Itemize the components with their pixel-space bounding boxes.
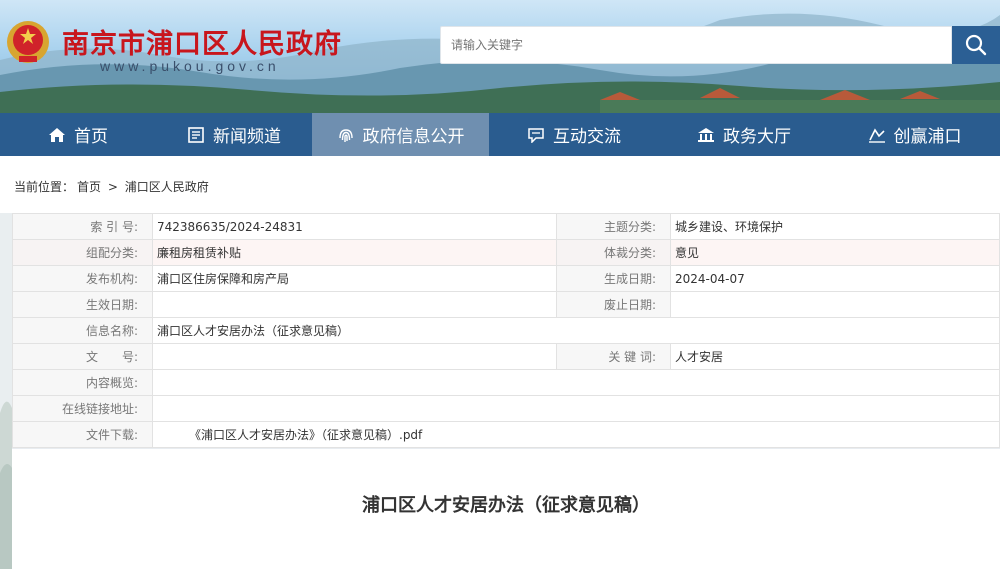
meta-row: 内容概览: bbox=[12, 369, 1000, 396]
effective-label: 生效日期: bbox=[12, 291, 153, 318]
abolished-label: 废止日期: bbox=[556, 291, 671, 318]
breadcrumb-current-link[interactable]: 浦口区人民政府 bbox=[125, 180, 209, 194]
online-link-label: 在线链接地址: bbox=[12, 395, 153, 422]
nav-item-label: 互动交流 bbox=[553, 127, 621, 147]
nav-item-interaction[interactable]: 互动交流 bbox=[489, 113, 659, 156]
genre-value: 意见 bbox=[670, 239, 1000, 266]
nav-item-label: 创赢浦口 bbox=[893, 127, 962, 147]
document-title: 浦口区人才安居办法（征求意见稿） bbox=[362, 495, 650, 516]
main-nav: 首页 新闻频道 政府信息公开 互动交流 政务大厅 创赢浦口 bbox=[0, 113, 1000, 156]
breadcrumb: 当前位置： 首页 > 浦口区人民政府 bbox=[0, 156, 1000, 213]
search-input[interactable] bbox=[440, 26, 952, 64]
group-label: 组配分类: bbox=[12, 239, 153, 266]
info-name-value: 浦口区人才安居办法（征求意见稿） bbox=[152, 317, 1000, 344]
site-title[interactable]: 南京市浦口区人民政府 bbox=[62, 22, 342, 61]
effective-value bbox=[152, 291, 557, 318]
hall-icon bbox=[698, 127, 714, 142]
meta-row: 文件下载: 《浦口区人才安居办法》（征求意见稿）.pdf bbox=[12, 421, 1000, 448]
publisher-value: 浦口区住房保障和房产局 bbox=[152, 265, 557, 292]
nav-item-label: 政务大厅 bbox=[723, 127, 791, 147]
fingerprint-icon bbox=[338, 128, 353, 142]
meta-row: 信息名称: 浦口区人才安居办法（征求意见稿） bbox=[12, 317, 1000, 344]
created-label: 生成日期: bbox=[556, 265, 671, 292]
chat-icon bbox=[528, 127, 544, 143]
info-name-label: 信息名称: bbox=[12, 317, 153, 344]
online-link-value bbox=[152, 395, 1000, 422]
meta-row: 在线链接地址: bbox=[12, 395, 1000, 422]
index-no-value: 742386635/2024-24831 bbox=[152, 213, 557, 240]
search-icon bbox=[965, 34, 987, 56]
topic-value: 城乡建设、环境保护 bbox=[670, 213, 1000, 240]
news-icon bbox=[188, 126, 204, 143]
abolished-value bbox=[670, 291, 1000, 318]
document-content: 浦口区人才安居办法（征求意见稿） bbox=[12, 449, 1000, 569]
nav-item-gov-info[interactable]: 政府信息公开 bbox=[312, 113, 489, 156]
created-value: 2024-04-07 bbox=[670, 265, 1000, 292]
search-button[interactable] bbox=[952, 26, 1000, 64]
nav-item-home[interactable]: 首页 bbox=[0, 113, 156, 156]
nav-item-win-pukou[interactable]: 创赢浦口 bbox=[829, 113, 1000, 156]
group-value: 廉租房租赁补贴 bbox=[152, 239, 557, 266]
nav-item-service-hall[interactable]: 政务大厅 bbox=[659, 113, 829, 156]
nav-item-news[interactable]: 新闻频道 bbox=[156, 113, 312, 156]
breadcrumb-prefix: 当前位置： bbox=[14, 180, 75, 194]
nav-item-label: 首页 bbox=[74, 127, 108, 147]
meta-row: 索 引 号: 742386635/2024-24831 主题分类: 城乡建设、环… bbox=[12, 213, 1000, 240]
nav-item-label: 政府信息公开 bbox=[362, 127, 465, 147]
home-icon bbox=[49, 127, 65, 142]
site-domain: www.pukou.gov.cn bbox=[100, 58, 280, 74]
chart-icon bbox=[868, 127, 885, 143]
document-meta-table: 索 引 号: 742386635/2024-24831 主题分类: 城乡建设、环… bbox=[12, 213, 1000, 448]
meta-row: 发布机构: 浦口区住房保障和房产局 生成日期: 2024-04-07 bbox=[12, 265, 1000, 292]
doc-no-value bbox=[152, 343, 557, 370]
summary-value bbox=[152, 369, 1000, 396]
genre-label: 体裁分类: bbox=[556, 239, 671, 266]
index-no-label: 索 引 号: bbox=[12, 213, 153, 240]
keywords-value: 人才安居 bbox=[670, 343, 1000, 370]
download-file-link[interactable]: 《浦口区人才安居办法》（征求意见稿）.pdf bbox=[152, 421, 1000, 448]
topic-label: 主题分类: bbox=[556, 213, 671, 240]
nav-item-label: 新闻频道 bbox=[213, 127, 281, 147]
publisher-label: 发布机构: bbox=[12, 265, 153, 292]
breadcrumb-home-link[interactable]: 首页 bbox=[77, 180, 101, 194]
breadcrumb-separator: > bbox=[107, 180, 118, 194]
meta-row: 生效日期: 废止日期: bbox=[12, 291, 1000, 318]
summary-label: 内容概览: bbox=[12, 369, 153, 396]
meta-row: 组配分类: 廉租房租赁补贴 体裁分类: 意见 bbox=[12, 239, 1000, 266]
doc-no-label: 文 号: bbox=[12, 343, 153, 370]
side-decoration bbox=[0, 213, 12, 569]
meta-row: 文 号: 关 键 词: 人才安居 bbox=[12, 343, 1000, 370]
keywords-label: 关 键 词: bbox=[556, 343, 671, 370]
national-emblem-icon bbox=[7, 21, 49, 63]
download-label: 文件下载: bbox=[12, 421, 153, 448]
site-header: 南京市浦口区人民政府 www.pukou.gov.cn bbox=[0, 0, 1000, 113]
